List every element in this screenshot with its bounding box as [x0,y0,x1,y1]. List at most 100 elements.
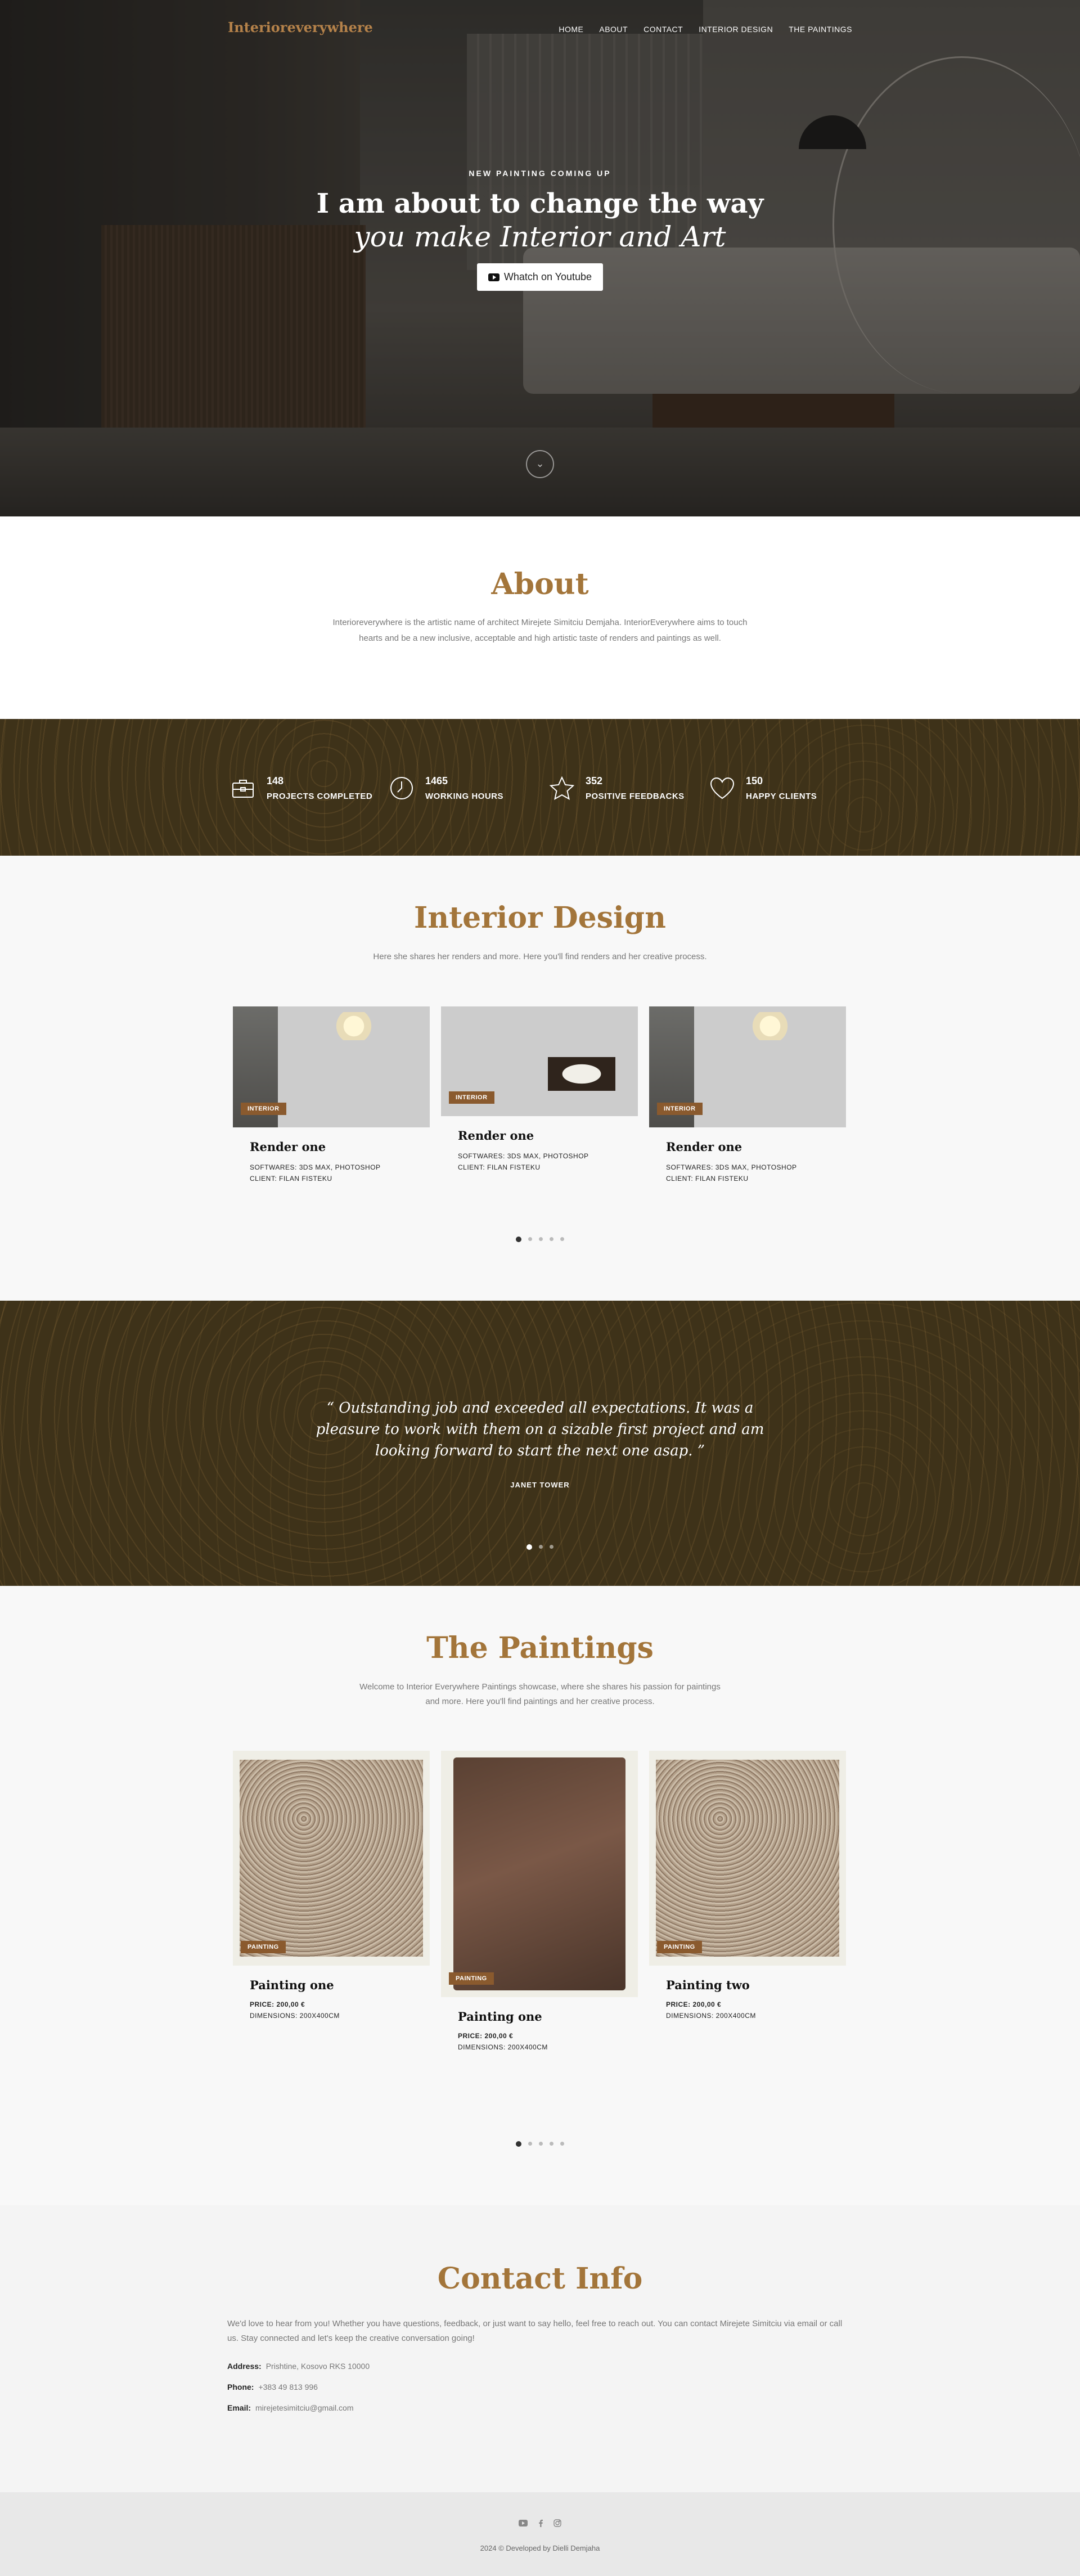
interior-card[interactable]: INTERIOR Render one SOFTWARES: 3DS MAX, … [233,1006,430,1184]
stat-clients: 150 HAPPY CLIENTS [710,775,817,801]
about-title: About [491,567,589,601]
card-meta: PRICE: 200,00 € DIMENSIONS: 200X400CM [250,1999,430,2021]
card-title: Painting one [250,1978,334,1992]
painting-card[interactable]: PAINTING Painting two PRICE: 200,00 € DI… [649,1751,846,2053]
hero-eyebrow: NEW PAINTING COMING UP [469,169,611,178]
render-image: INTERIOR [441,1006,638,1116]
card-price: PRICE: 200,00 € [250,2000,305,2008]
stat-label: PROJECTS COMPLETED [267,792,373,801]
carousel-dot[interactable] [539,2142,543,2146]
nav-item-interior-design[interactable]: INTERIOR DESIGN [699,25,773,34]
paintings-subtitle-line1: Welcome to Interior Everywhere Paintings… [359,1682,721,1692]
carousel-dot[interactable] [528,1237,532,1241]
youtube-icon [488,273,500,281]
star-icon [550,776,574,801]
phone-label: Phone: [227,2382,254,2391]
hero-section: Interioreverywhere HOME ABOUT CONTACT IN… [0,0,1080,516]
carousel-dot[interactable] [539,1237,543,1241]
carousel-dot[interactable] [550,1545,554,1549]
card-dimensions: DIMENSIONS: 200X400CM [250,2012,340,2020]
card-meta: SOFTWARES: 3DS MAX, PHOTOSHOP CLIENT: FI… [666,1162,846,1184]
stat-label: HAPPY CLIENTS [746,792,817,801]
stat-number: 148 [267,775,284,786]
close-quote-mark: ” [697,1442,705,1459]
card-client: CLIENT: FILAN FISTEKU [250,1175,332,1183]
paintings-carousel: PAINTING Painting one PRICE: 200,00 € DI… [233,1751,847,2053]
contact-email: Email: mirejetesimitciu@gmail.com [227,2403,353,2412]
email-value[interactable]: mirejetesimitciu@gmail.com [255,2403,353,2412]
render-image: INTERIOR [233,1006,430,1127]
card-meta: SOFTWARES: 3DS MAX, PHOTOSHOP CLIENT: FI… [458,1150,638,1173]
testimonial-author: JANET TOWER [510,1481,570,1489]
youtube-icon[interactable] [519,2519,528,2529]
brand-logo[interactable]: Interioreverywhere [228,19,373,35]
card-meta: PRICE: 200,00 € DIMENSIONS: 200X400CM [666,1999,846,2021]
address-value: Prishtine, Kosovo RKS 10000 [266,2362,370,2371]
card-meta: PRICE: 200,00 € DIMENSIONS: 200X400CM [458,2030,638,2053]
card-title: Render one [666,1140,742,1154]
paintings-subtitle-line2: and more. Here you'll find paintings and… [425,1697,655,1706]
nav-item-about[interactable]: ABOUT [599,25,628,34]
watch-youtube-button[interactable]: Whatch on Youtube [476,263,604,291]
hero-title: I am about to change the way [316,188,764,219]
render-image: INTERIOR [649,1006,846,1127]
interior-title: Interior Design [414,901,666,935]
category-tag: INTERIOR [449,1091,494,1104]
nav-item-contact[interactable]: CONTACT [644,25,683,34]
contact-intro: We'd love to hear from you! Whether you … [227,2319,843,2343]
painting-image: PAINTING [649,1751,846,1966]
category-tag: INTERIOR [657,1103,703,1115]
card-software: SOFTWARES: 3DS MAX, PHOTOSHOP [250,1163,381,1171]
stat-hours: 1465 WORKING HOURS [389,775,503,801]
nav-item-home[interactable]: HOME [559,25,583,34]
card-meta: SOFTWARES: 3DS MAX, PHOTOSHOP CLIENT: FI… [250,1162,430,1184]
painting-image: PAINTING [441,1751,638,1997]
about-section: About Interioreverywhere is the artistic… [0,516,1080,719]
contact-address: Address: Prishtine, Kosovo RKS 10000 [227,2362,370,2371]
carousel-dot[interactable] [516,1237,521,1242]
footer: 2024 © Developed by Dielli Demjaha [0,2492,1080,2576]
hero-content: NEW PAINTING COMING UP I am about to cha… [0,169,1080,291]
carousel-dot[interactable] [550,2142,554,2146]
carousel-dot[interactable] [560,1237,564,1241]
card-title: Painting two [666,1978,750,1992]
card-title: Render one [458,1129,534,1143]
testimonial-section: “ Outstanding job and exceeded all expec… [0,1301,1080,1586]
stat-number: 150 [746,775,763,786]
stat-label: WORKING HOURS [425,792,503,801]
about-text: Interioreverywhere is the artistic name … [332,618,748,643]
interior-design-section: Interior Design Here she shares her rend… [0,856,1080,1301]
instagram-icon[interactable] [554,2519,561,2529]
facebook-icon[interactable] [538,2519,543,2529]
carousel-dot[interactable] [550,1237,554,1241]
painting-card[interactable]: PAINTING Painting one PRICE: 200,00 € DI… [441,1751,638,2053]
address-label: Address: [227,2362,262,2371]
card-client: CLIENT: FILAN FISTEKU [666,1175,749,1183]
painting-image: PAINTING [233,1751,430,1966]
card-title: Painting one [458,2009,542,2024]
briefcase-icon [231,776,255,801]
interior-card[interactable]: INTERIOR Render one SOFTWARES: 3DS MAX, … [649,1006,846,1184]
paintings-subtitle: Welcome to Interior Everywhere Paintings… [0,1680,1080,1709]
phone-value[interactable]: +383 49 813 996 [258,2382,318,2391]
card-dimensions: DIMENSIONS: 200X400CM [666,2012,756,2020]
card-price: PRICE: 200,00 € [666,2000,722,2008]
testimonial-dots [0,1544,1080,1550]
painting-card[interactable]: PAINTING Painting one PRICE: 200,00 € DI… [233,1751,430,2053]
stat-label: POSITIVE FEEDBACKS [586,792,685,801]
stat-feedbacks: 352 POSITIVE FEEDBACKS [550,775,685,801]
open-quote-mark: “ [326,1400,334,1417]
carousel-dot[interactable] [539,1545,543,1549]
nav-item-the-paintings[interactable]: THE PAINTINGS [789,25,852,34]
carousel-dot[interactable] [516,2141,521,2147]
chevron-down-icon[interactable]: ⌄ [526,450,554,478]
card-client: CLIENT: FILAN FISTEKU [458,1163,541,1171]
social-links [0,2519,1080,2529]
interior-card[interactable]: INTERIOR Render one SOFTWARES: 3DS MAX, … [441,1006,638,1184]
category-tag: PAINTING [449,1972,494,1985]
carousel-dot[interactable] [526,1544,532,1550]
carousel-dot[interactable] [528,2142,532,2146]
card-title: Render one [250,1140,326,1154]
stat-projects: 148 PROJECTS COMPLETED [231,775,372,801]
carousel-dot[interactable] [560,2142,564,2146]
